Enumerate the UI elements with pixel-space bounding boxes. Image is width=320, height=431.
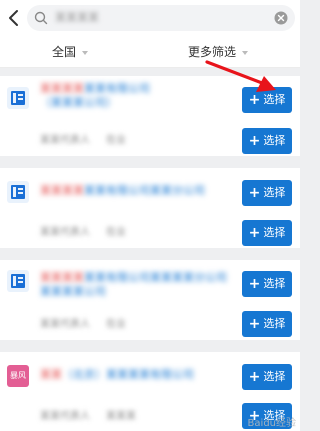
select-button[interactable]: + 选择: [242, 180, 292, 206]
search-header: 某某某某: [0, 0, 300, 36]
select-button[interactable]: + 选择: [242, 220, 292, 246]
more-filters[interactable]: 更多筛选: [188, 44, 249, 60]
company-meta: 某某代表人 在业: [40, 319, 126, 330]
company-meta: 某某代表人 在业: [40, 227, 126, 238]
select-button[interactable]: + 选择: [242, 271, 292, 297]
result-card: 某某某某某某有限公司某某分公司 某某代表人 在业 + 选择 + 选择: [0, 168, 300, 248]
result-card: 某某某某某某有限公司某某某某分公司 某某某某公司 某某代表人 在业 + 选择 + 选择: [0, 260, 300, 340]
filter-bar: 全国 更多筛选: [0, 36, 300, 68]
chevron-down-icon: [242, 50, 249, 55]
search-icon: [34, 11, 48, 25]
back-arrow-icon[interactable]: [6, 8, 22, 28]
more-filters-label: 更多筛选: [188, 45, 237, 59]
screen: 某某某某 全国 更多筛选 某某某某某某有限公司 （某某某公司） 某某代表人 在业 …: [0, 0, 300, 431]
select-button[interactable]: + 选择: [242, 87, 292, 113]
company-name: 某某某某某某有限公司某某某某分公司: [40, 271, 227, 284]
company-name-sub: 某某某某公司: [40, 285, 106, 298]
search-query: 某某某某: [55, 11, 99, 24]
company-name-sub: （某某某公司）: [40, 96, 117, 109]
result-card: 某某某某某某有限公司 （某某某公司） 某某代表人 在业 + 选择 + 选择: [0, 76, 300, 156]
company-name: 某某某某某某有限公司某某分公司: [40, 184, 205, 197]
company-logo-icon: [7, 270, 29, 292]
company-logo-icon: [7, 181, 29, 203]
company-name: 某某某某某某有限公司: [40, 82, 150, 95]
region-filter-label: 全国: [52, 45, 77, 59]
company-meta: 某某代表人 某某某: [40, 411, 136, 422]
clear-icon[interactable]: [274, 11, 288, 25]
select-button[interactable]: + 选择: [242, 311, 292, 337]
company-logo-icon: [7, 87, 29, 109]
company-name: 某某（北京）某某某某有限公司: [40, 368, 194, 381]
select-button[interactable]: + 选择: [242, 364, 292, 390]
watermark: Baidu经验: [247, 418, 296, 429]
select-button[interactable]: + 选择: [242, 128, 292, 154]
company-meta: 某某代表人 在业: [40, 135, 126, 146]
region-filter[interactable]: 全国: [52, 44, 89, 60]
chevron-down-icon: [82, 50, 89, 55]
company-logo-icon: 暴风: [7, 365, 29, 387]
search-input[interactable]: 某某某某: [27, 5, 295, 31]
